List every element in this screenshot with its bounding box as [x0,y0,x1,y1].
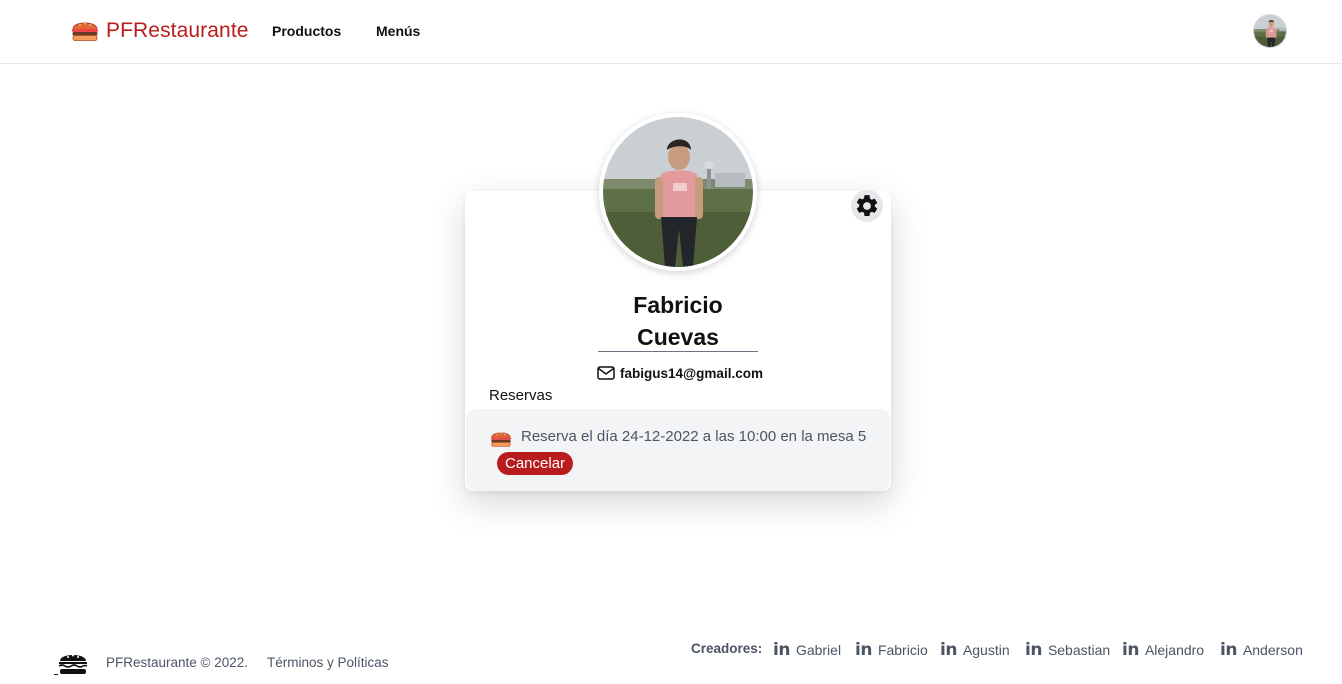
profile-image [603,117,753,267]
nav-link-menus[interactable]: Menús [376,23,420,39]
burger-icon [70,18,100,44]
gear-icon [856,195,878,216]
terms-link[interactable]: Términos y Políticas [267,655,389,670]
settings-button[interactable] [851,190,883,222]
avatar-image [1254,15,1287,48]
creator-link-fabricio[interactable]: in Fabricio [855,640,928,660]
linkedin-icon: in [1122,640,1139,660]
brand-name: PFRestaurante [106,19,249,42]
footer-copyright: PFRestaurante © 2022. [106,655,249,670]
first-name: Fabricio [633,292,723,318]
creator-link-agustin[interactable]: in Agustin [940,640,1010,660]
reservation-item [466,409,890,491]
envelope-icon [597,366,615,380]
creator-name: Agustin [962,642,1010,658]
cancel-reservation-button[interactable]: Cancelar [497,452,574,475]
user-avatar[interactable] [1253,14,1287,48]
email-row: fabigus14@gmail.com [597,365,763,381]
name-divider [598,351,758,352]
nav-link-productos[interactable]: Productos [272,23,341,39]
profile-photo [599,113,757,271]
navbar: PFRestaurante Productos Menús [0,0,1342,64]
last-name: Cuevas [637,324,719,350]
creator-link-gabriel[interactable]: in Gabriel [773,640,841,660]
reservation-text: Reserva el día 24-12-2022 a las 10:00 en… [521,428,867,445]
creator-name: Alejandro [1144,642,1205,658]
reservations-heading: Reservas [489,387,553,404]
creator-link-alejandro[interactable]: in Alejandro [1122,640,1204,660]
creator-name: Sebastian [1047,642,1111,658]
email-text: fabigus14@gmail.com [620,365,763,381]
brand-link[interactable]: PFRestaurante [70,18,249,44]
burger-icon [489,429,513,449]
linkedin-icon: in [1220,640,1237,660]
creator-name: Anderson [1242,642,1303,658]
creator-link-anderson[interactable]: in Anderson [1220,640,1303,660]
creator-name: Gabriel [795,642,842,658]
burger-icon [54,654,88,675]
linkedin-icon: in [940,640,957,660]
linkedin-icon: in [1025,640,1042,660]
creator-link-sebastian[interactable]: in Sebastian [1025,640,1110,660]
linkedin-icon: in [855,640,872,660]
linkedin-icon: in [773,640,790,660]
creators-label: Creadores: [691,641,763,656]
creator-name: Fabricio [877,642,928,658]
profile-name: Fabricio Cuevas [598,289,758,353]
